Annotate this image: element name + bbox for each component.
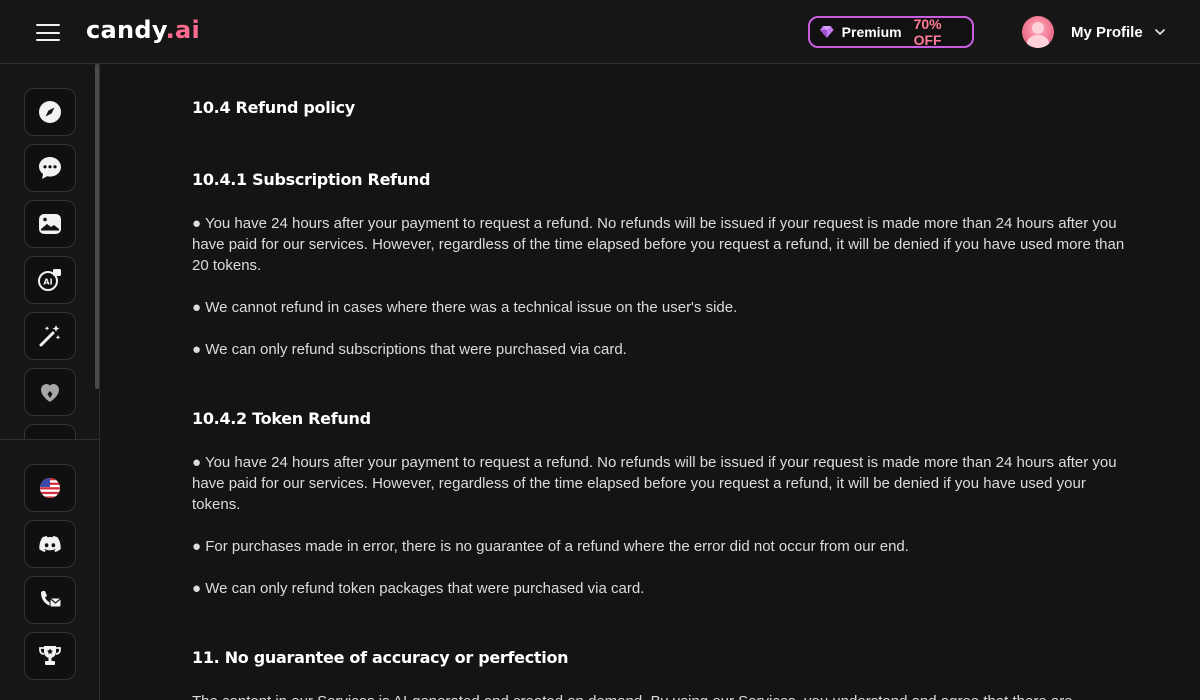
profile-label: My Profile bbox=[1071, 23, 1143, 41]
heart-icon bbox=[41, 384, 59, 402]
sidebar-item-more[interactable] bbox=[24, 424, 76, 439]
compass-icon bbox=[39, 101, 61, 123]
paragraph: ● You have 24 hours after your payment t… bbox=[192, 454, 1117, 513]
sidebar-item-contact[interactable] bbox=[24, 576, 76, 624]
terms-content: 10.4 Refund policy 10.4.1 Subscription R… bbox=[100, 64, 1200, 700]
sidebar-nav: AI bbox=[0, 64, 100, 439]
trophy-icon bbox=[39, 646, 61, 665]
gallery-icon bbox=[39, 214, 61, 234]
premium-button[interactable]: Premium 70% OFF bbox=[808, 16, 974, 48]
discord-icon bbox=[39, 536, 61, 552]
sidebar-divider bbox=[0, 439, 100, 440]
paragraph: ● We can only refund token packages that… bbox=[192, 580, 645, 597]
chevron-down-icon bbox=[1154, 29, 1165, 35]
paragraph: ● You have 24 hours after your payment t… bbox=[192, 215, 1125, 274]
avatar bbox=[1022, 16, 1054, 48]
section-heading: 10.4.1 Subscription Refund bbox=[192, 170, 431, 189]
sidebar-item-language[interactable] bbox=[24, 464, 76, 512]
section-heading: 11. No guarantee of accuracy or perfecti… bbox=[192, 648, 569, 667]
section-heading: 10.4.2 Token Refund bbox=[192, 409, 371, 428]
svg-text:AI: AI bbox=[43, 278, 52, 287]
paragraph: The content in our Services is AI-genera… bbox=[192, 691, 1132, 700]
premium-label: Premium bbox=[841, 24, 902, 40]
sidebar-item-explore[interactable] bbox=[24, 88, 76, 136]
magic-wand-icon bbox=[39, 325, 61, 347]
sidebar-item-leaderboard[interactable] bbox=[24, 632, 76, 680]
sidebar-item-magic[interactable] bbox=[24, 312, 76, 360]
sidebar-item-discord[interactable] bbox=[24, 520, 76, 568]
logo[interactable]: candy.ai bbox=[86, 16, 200, 44]
contact-icon bbox=[41, 591, 62, 608]
logo-text: candy bbox=[86, 16, 166, 44]
sidebar-scrollbar[interactable] bbox=[95, 64, 99, 389]
premium-discount: 70% OFF bbox=[913, 16, 942, 48]
sidebar-item-gallery[interactable] bbox=[24, 200, 76, 248]
top-bar: candy.ai Premium 70% OFF My Profile bbox=[0, 0, 1200, 64]
paragraph: ● We cannot refund in cases where there … bbox=[192, 299, 738, 316]
ai-generate-icon: AI bbox=[38, 269, 61, 291]
profile-menu[interactable]: My Profile bbox=[1022, 16, 1165, 48]
gem-icon bbox=[820, 26, 834, 38]
section-heading: 10.4 Refund policy bbox=[192, 98, 355, 117]
sidebar-item-generate[interactable]: AI bbox=[24, 256, 76, 304]
chat-icon bbox=[39, 157, 61, 179]
sidebar-item-chat[interactable] bbox=[24, 144, 76, 192]
sidebar: AI bbox=[0, 64, 100, 700]
us-flag-icon bbox=[40, 478, 60, 498]
paragraph: ● For purchases made in error, there is … bbox=[192, 538, 909, 555]
logo-accent: .ai bbox=[165, 16, 201, 44]
menu-icon[interactable] bbox=[36, 24, 60, 41]
sidebar-item-favorites[interactable] bbox=[24, 368, 76, 416]
paragraph: ● We can only refund subscriptions that … bbox=[192, 341, 627, 358]
